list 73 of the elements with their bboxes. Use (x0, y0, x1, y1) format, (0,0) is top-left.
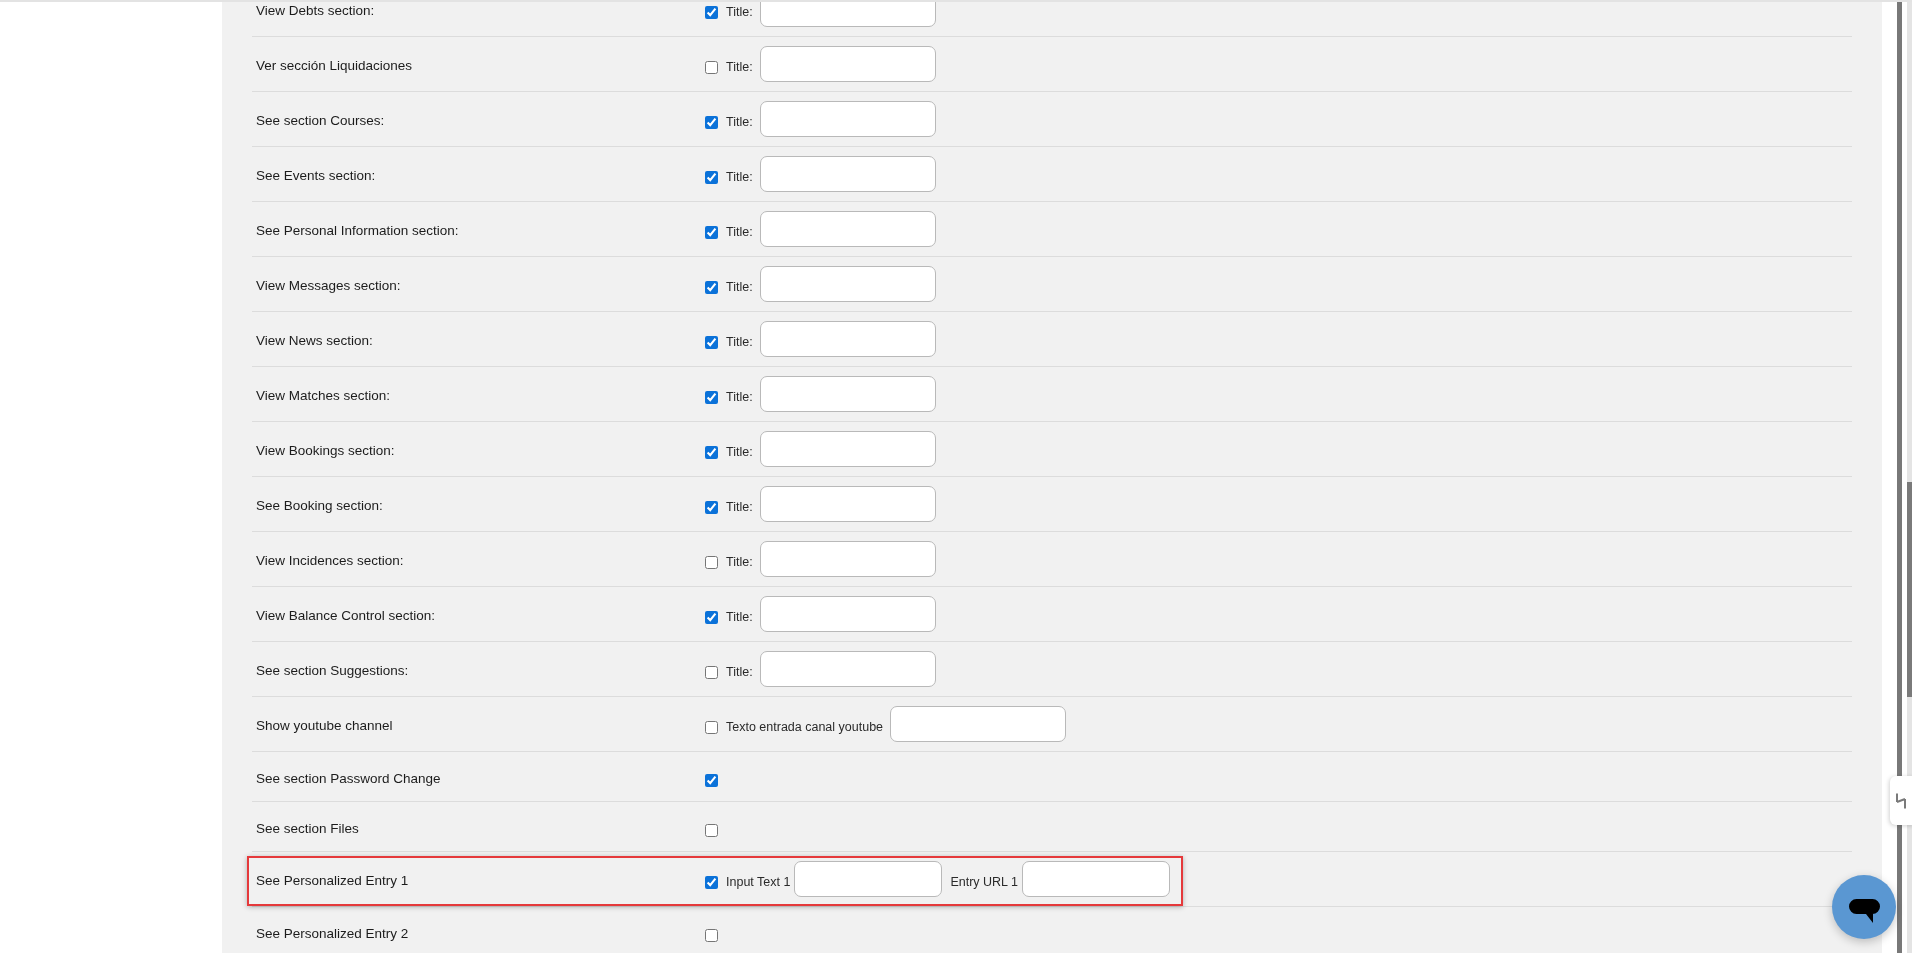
scrollbar-track[interactable] (1907, 2, 1912, 953)
checkbox[interactable] (705, 556, 718, 569)
field-label: Title: (726, 500, 753, 514)
input-field[interactable] (1022, 861, 1171, 897)
checkbox[interactable] (705, 928, 718, 942)
checkbox[interactable] (705, 61, 718, 74)
field-label: Title: (726, 445, 753, 459)
input-field[interactable] (759, 211, 936, 247)
setting-label: View Matches section: (256, 388, 391, 403)
setting-label: View Bookings section: (256, 443, 395, 458)
input-field[interactable] (759, 651, 936, 687)
input-field[interactable] (759, 321, 936, 357)
checkbox[interactable] (705, 876, 718, 889)
setting-label: See section Courses: (256, 113, 385, 128)
field-label: Title: (726, 335, 753, 349)
checkbox[interactable] (705, 611, 718, 624)
field-label: Title: (726, 665, 753, 679)
setting-label: See section Files (256, 820, 359, 836)
setting-label: See Personalized Entry 1 (256, 873, 409, 888)
checkbox[interactable] (705, 171, 718, 184)
field-label: Title: (726, 60, 753, 74)
setting-label: View News section: (256, 333, 373, 348)
checkbox[interactable] (705, 721, 718, 734)
field-label: Title: (726, 280, 753, 294)
setting-label: Show youtube channel (256, 718, 393, 733)
checkbox[interactable] (705, 666, 718, 679)
input-field[interactable] (759, 156, 936, 192)
zigzag-icon (1895, 792, 1907, 809)
input-field[interactable] (890, 706, 1067, 742)
scrollbar-thumb[interactable] (1907, 482, 1912, 697)
setting-label: See Personalized Entry 2 (256, 925, 409, 941)
checkbox[interactable] (705, 501, 718, 514)
checkbox[interactable] (705, 116, 718, 129)
field-label: Title: (726, 555, 753, 569)
input-field[interactable] (759, 486, 936, 522)
checkbox[interactable] (705, 823, 718, 837)
field-label: Title: (726, 610, 753, 624)
setting-label: View Balance Control section: (256, 608, 436, 623)
field-label: Input Text 1 (726, 875, 791, 889)
checkbox[interactable] (705, 281, 718, 294)
setting-label: See section Password Change (256, 770, 441, 786)
input-field[interactable] (759, 101, 936, 137)
setting-label: View Debts section: (256, 3, 375, 18)
field-label: Title: (726, 390, 753, 404)
checkbox[interactable] (705, 226, 718, 239)
input-field[interactable] (794, 861, 943, 897)
field-label: Title: (726, 170, 753, 184)
side-tab[interactable] (1890, 776, 1912, 825)
setting-label: Ver sección Liquidaciones (256, 58, 413, 73)
input-field[interactable] (759, 431, 936, 467)
checkbox[interactable] (705, 336, 718, 349)
field-label: Entry URL 1 (950, 875, 1019, 889)
input-field[interactable] (759, 266, 936, 302)
setting-label: View Incidences section: (256, 553, 404, 568)
field-label: Texto entrada canal youtube (726, 720, 884, 734)
checkbox[interactable] (705, 773, 718, 787)
setting-label: View Messages section: (256, 278, 401, 293)
field-label: Title: (726, 5, 753, 19)
checkbox[interactable] (705, 391, 718, 404)
input-field[interactable] (759, 46, 936, 82)
speech-bubble-icon (1848, 899, 1880, 923)
input-field[interactable] (759, 376, 936, 412)
field-label: Title: (726, 225, 753, 239)
setting-label: See Personal Information section: (256, 223, 459, 238)
scrollbar-thumb[interactable] (1897, 2, 1902, 953)
input-field[interactable] (759, 596, 936, 632)
checkbox[interactable] (705, 446, 718, 459)
field-label: Title: (726, 115, 753, 129)
input-field[interactable] (759, 541, 936, 577)
setting-label: See section Suggestions: (256, 663, 409, 678)
checkbox[interactable] (705, 6, 718, 19)
setting-label: See Booking section: (256, 498, 383, 513)
setting-label: See Events section: (256, 168, 376, 183)
